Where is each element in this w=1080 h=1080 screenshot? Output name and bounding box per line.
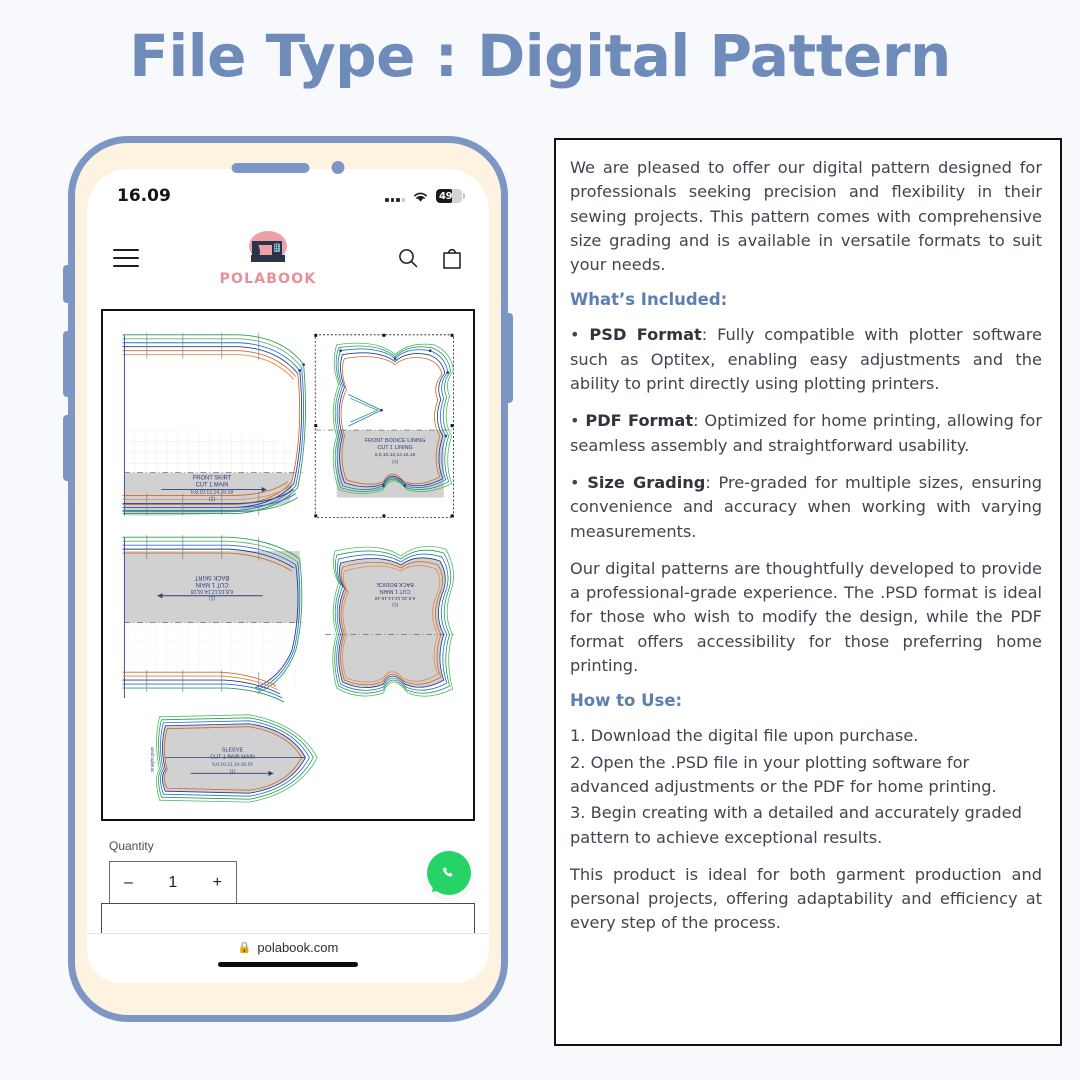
front-camera-icon <box>331 161 345 174</box>
svg-text:CUT 1 MAIN: CUT 1 MAIN <box>380 588 411 594</box>
svg-text:(1): (1) <box>209 496 215 502</box>
svg-text:(1): (1) <box>230 768 236 774</box>
svg-text:CUT 1 PAIR MAIN: CUT 1 PAIR MAIN <box>210 754 255 760</box>
svg-text:6,8,10,12,14,16,18: 6,8,10,12,14,16,18 <box>212 761 253 767</box>
bullet-label: PDF Format <box>585 411 694 431</box>
step-3: 3. Begin creating with a detailed and ac… <box>570 803 1022 847</box>
svg-text:(1): (1) <box>209 595 215 601</box>
lock-icon: 🔒 <box>237 942 252 954</box>
step-2: 2. Open the .PSD file in your plotting s… <box>570 752 997 796</box>
bullet-label: Size Grading <box>587 472 706 492</box>
bullet-label: PSD Format <box>589 325 702 345</box>
phone-frame: 16.09 49 POLABOOK FRONT SKIRT CUT 1 MAIN… <box>63 136 513 1022</box>
home-indicator[interactable] <box>218 962 358 967</box>
add-to-cart-button[interactable] <box>101 903 475 933</box>
svg-text:(1): (1) <box>392 602 398 608</box>
step-1: 1. Download the digital file upon purcha… <box>570 726 919 746</box>
svg-text:straight grain: straight grain <box>150 746 155 772</box>
earpiece-speaker-icon <box>231 162 310 173</box>
status-bar: 16.09 49 <box>87 169 489 213</box>
bullet-marker: • <box>570 472 588 492</box>
svg-text:(1): (1) <box>392 459 398 465</box>
svg-text:FRONT SKIRT: FRONT SKIRT <box>193 476 232 482</box>
phone-screen: 16.09 49 POLABOOK FRONT SKIRT CUT 1 MAIN… <box>87 169 489 983</box>
store-header: POLABOOK <box>87 213 489 305</box>
product-pattern-image[interactable]: FRONT SKIRT CUT 1 MAIN 6,8,10,12,14,16,1… <box>101 309 475 821</box>
phone-notch <box>231 161 345 174</box>
phone-mockup: 16.09 49 POLABOOK FRONT SKIRT CUT 1 MAIN… <box>63 136 513 1022</box>
bullet-marker: • <box>570 411 586 431</box>
bullet-marker: • <box>570 325 590 345</box>
svg-text:6,8,10,12,14,16,18: 6,8,10,12,14,16,18 <box>375 595 416 601</box>
poster-canvas: File Type : Digital Pattern 16.09 49 POL… <box>0 0 1080 1080</box>
svg-text:6,8,10,12,14,16,18: 6,8,10,12,14,16,18 <box>191 490 233 496</box>
svg-text:CUT 1 MAIN: CUT 1 MAIN <box>196 581 229 587</box>
description-closing: This product is ideal for both garment p… <box>570 864 1042 933</box>
bullet-psd-format: • PSD Format: Fully compatible with plot… <box>570 323 1042 396</box>
svg-text:BACK SKIRT: BACK SKIRT <box>194 574 229 580</box>
description-intro: We are pleased to offer our digital patt… <box>570 158 1042 275</box>
how-to-use-heading: How to Use: <box>570 691 683 711</box>
bullet-size-grading: • Size Grading: Pre-graded for multiple … <box>570 471 1042 544</box>
description-body: Our digital patterns are thoughtfully de… <box>570 558 1042 676</box>
whats-included-heading: What’s Included: <box>570 290 728 310</box>
quantity-label: Quantity <box>109 839 154 853</box>
whatsapp-chat-button[interactable] <box>427 851 471 895</box>
browser-address-bar: 🔒 polabook.com <box>87 933 489 983</box>
quantity-decrement-button[interactable]: – <box>124 874 133 892</box>
svg-text:6,8,10,12,14,16,18: 6,8,10,12,14,16,18 <box>375 452 416 458</box>
svg-text:CUT 1 MAIN: CUT 1 MAIN <box>196 483 229 489</box>
quantity-stepper[interactable]: – 1 + <box>109 861 237 905</box>
quantity-increment-button[interactable]: + <box>213 874 222 892</box>
whatsapp-icon <box>443 867 453 877</box>
svg-text:SLEEVE: SLEEVE <box>222 747 244 753</box>
status-time: 16.09 <box>117 186 171 206</box>
battery-percentage: 49 <box>439 190 453 202</box>
description-panel: We are pleased to offer our digital patt… <box>554 138 1062 1046</box>
quantity-value[interactable]: 1 <box>168 874 177 892</box>
svg-text:CUT 1 LINING: CUT 1 LINING <box>377 445 412 451</box>
search-icon[interactable] <box>397 247 419 269</box>
svg-text:6,8,10,12,14,16,18: 6,8,10,12,14,16,18 <box>191 588 233 594</box>
shopping-bag-icon[interactable] <box>441 247 463 270</box>
svg-text:BACK BODICE: BACK BODICE <box>376 581 414 587</box>
wifi-icon <box>414 192 427 202</box>
brand-name: POLABOOK <box>219 271 317 287</box>
phone-silent-switch <box>63 265 70 303</box>
phone-volume-down-button <box>63 415 70 481</box>
phone-power-button <box>506 313 513 403</box>
page-title: File Type : Digital Pattern <box>129 22 951 90</box>
signal-dots-icon <box>385 191 405 202</box>
brand-logo[interactable]: POLABOOK <box>220 229 317 287</box>
how-to-use-steps: 1. Download the digital file upon purcha… <box>570 724 1042 849</box>
hamburger-menu-icon[interactable] <box>113 249 139 267</box>
battery-icon: 49 <box>436 189 462 203</box>
browser-url[interactable]: polabook.com <box>257 940 338 955</box>
sewing-machine-logo-icon <box>241 229 295 269</box>
bullet-pdf-format: • PDF Format: Optimized for home printin… <box>570 409 1042 458</box>
svg-text:FRONT BODICE LINING: FRONT BODICE LINING <box>365 438 426 444</box>
phone-volume-up-button <box>63 331 70 397</box>
